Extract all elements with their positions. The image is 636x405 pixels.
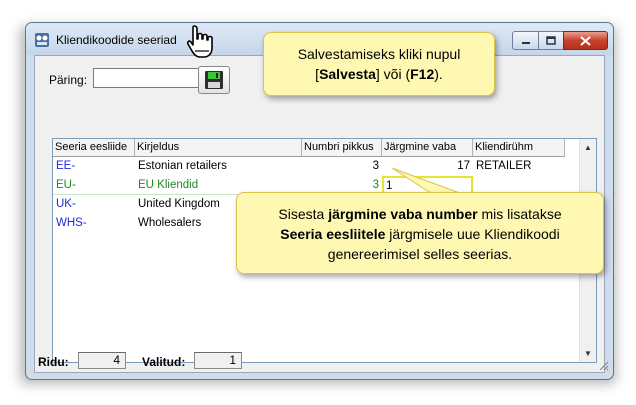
next-callout-text: Sisesta bbox=[278, 206, 329, 222]
save-callout-bold: Salvesta bbox=[319, 66, 376, 82]
save-callout-line2: [Salvesta] või (F12). bbox=[264, 64, 494, 84]
next-callout-line2: Seeria eesliitele järgmisele uue Kliendi… bbox=[237, 224, 603, 244]
save-callout-shortcut: F12 bbox=[410, 66, 435, 82]
next-callout-bold: Seeria eesliitele bbox=[280, 226, 386, 242]
next-callout-bold: järgmine vaba number bbox=[328, 206, 478, 222]
next-callout-text: järgmisele uue Kliendikoodi bbox=[385, 226, 560, 242]
save-callout-line1: Salvestamiseks kliki nupul bbox=[297, 46, 461, 62]
next-callout-text: mis lisatakse bbox=[477, 206, 562, 222]
save-callout-text: ] või ( bbox=[375, 66, 411, 82]
next-callout-line3: genereerimisel selles seerias. bbox=[327, 246, 513, 262]
next-number-callout: Sisesta järgmine vaba number mis lisatak… bbox=[236, 192, 604, 274]
save-callout: Salvestamiseks kliki nupul [Salvesta] võ… bbox=[263, 32, 495, 96]
save-callout-text: ). bbox=[434, 66, 443, 82]
next-callout-line1: Sisesta järgmine vaba number mis lisatak… bbox=[237, 204, 603, 224]
